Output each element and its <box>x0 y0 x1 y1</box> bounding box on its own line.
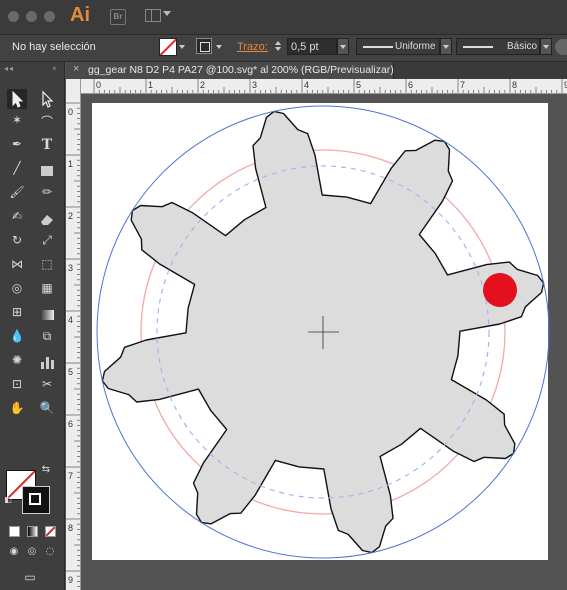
artwork-layer <box>96 105 550 559</box>
red-marker[interactable] <box>483 273 517 307</box>
